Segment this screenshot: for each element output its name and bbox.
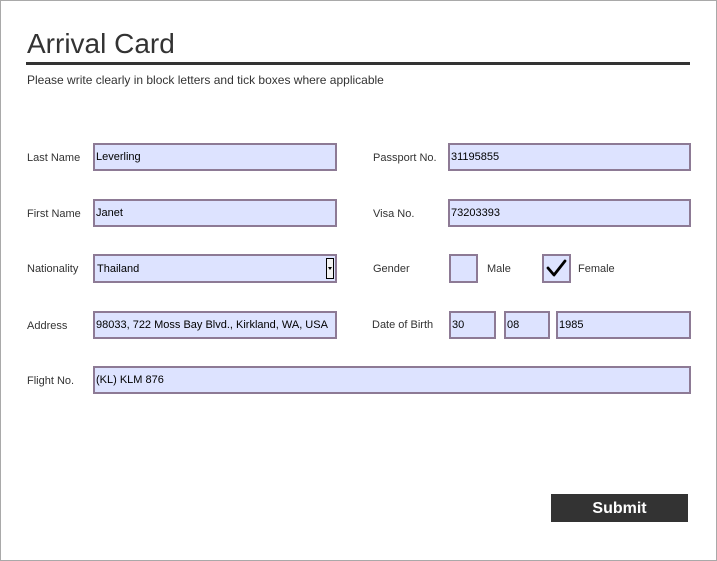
submit-button[interactable]: Submit <box>551 494 688 522</box>
gender-label: Gender <box>373 263 410 275</box>
gender-female-checkbox[interactable] <box>542 254 571 283</box>
dob-year-field[interactable] <box>556 311 691 339</box>
visa-no-field[interactable] <box>448 199 691 227</box>
first-name-field[interactable] <box>93 199 337 227</box>
dob-day-field[interactable] <box>449 311 496 339</box>
last-name-label: Last Name <box>27 152 81 164</box>
nationality-label: Nationality <box>27 263 79 275</box>
address-field[interactable] <box>93 311 337 339</box>
page-title: Arrival Card <box>27 28 175 59</box>
first-name-label: First Name <box>27 208 81 220</box>
visa-no-label: Visa No. <box>373 208 415 220</box>
flight-no-label: Flight No. <box>27 375 75 387</box>
form-instructions: Please write clearly in block letters an… <box>27 73 384 87</box>
last-name-field[interactable] <box>93 143 337 171</box>
address-label: Address <box>27 320 68 332</box>
dob-month-field[interactable] <box>504 311 550 339</box>
gender-male-checkbox[interactable] <box>449 254 478 283</box>
date-of-birth-label: Date of Birth <box>372 319 434 331</box>
nationality-select[interactable]: Thailand <box>93 254 337 283</box>
passport-no-field[interactable] <box>448 143 691 171</box>
dropdown-arrow-icon[interactable] <box>326 258 334 279</box>
checkmark-icon <box>546 259 567 277</box>
nationality-selected-value: Thailand <box>97 263 140 275</box>
gender-male-label: Male <box>487 263 511 275</box>
gender-female-label: Female <box>578 263 615 275</box>
passport-no-label: Passport No. <box>373 152 437 164</box>
flight-no-field[interactable] <box>93 366 691 394</box>
title-divider <box>26 62 690 65</box>
